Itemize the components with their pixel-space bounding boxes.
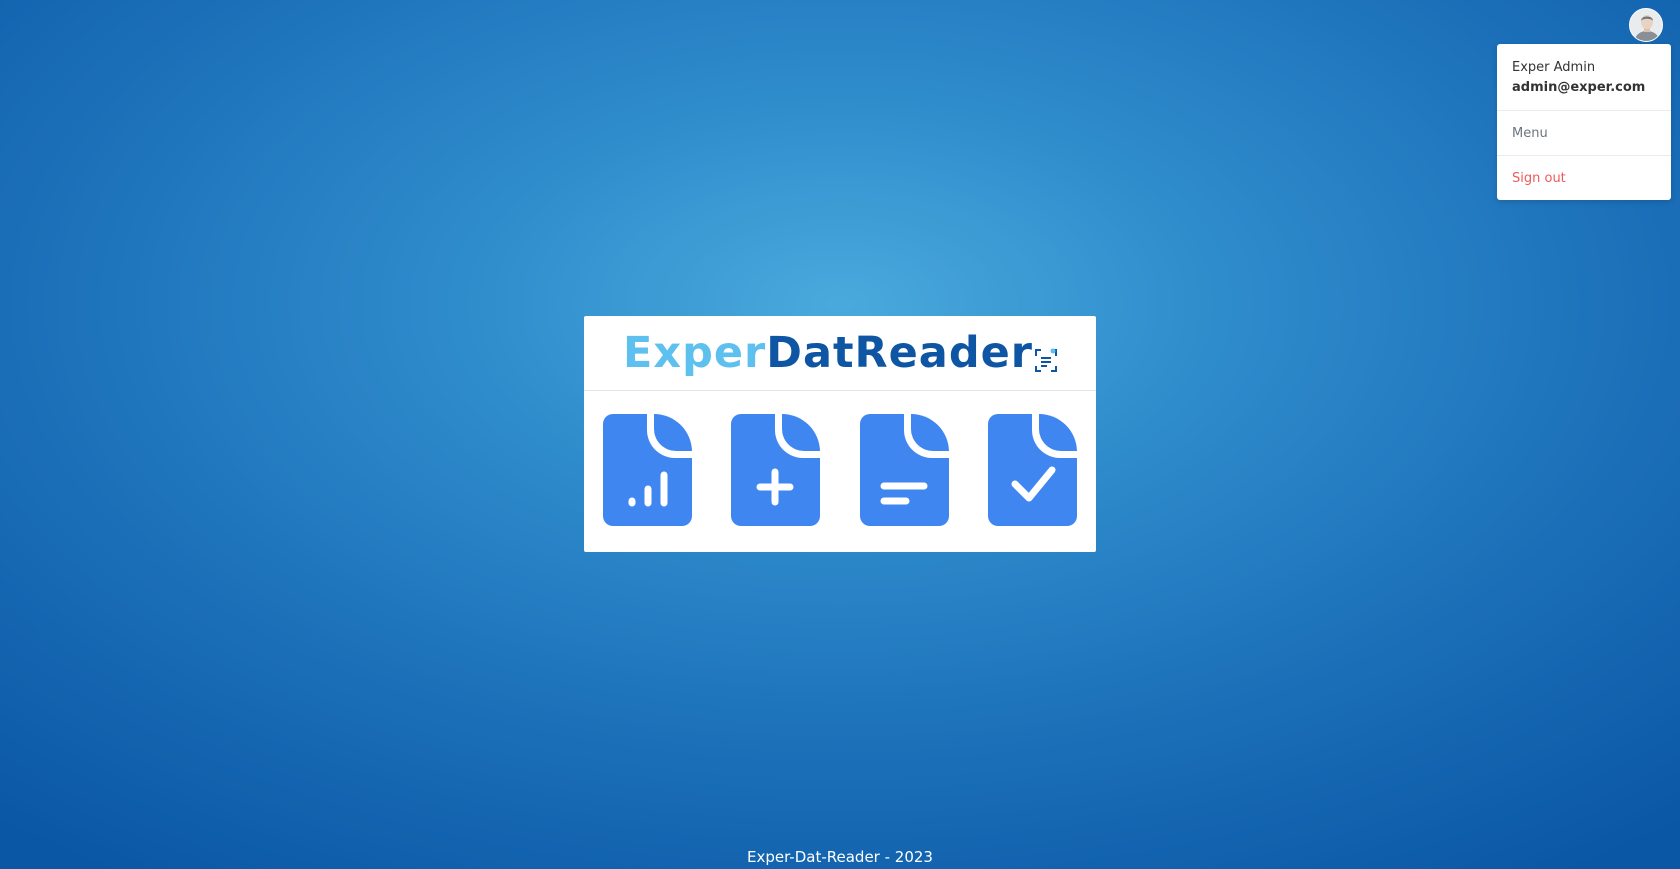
- document-check-icon[interactable]: [987, 414, 1077, 526]
- user-email: admin@exper.com: [1512, 80, 1646, 95]
- user-avatar[interactable]: [1629, 8, 1663, 42]
- document-chart-icon[interactable]: [603, 414, 692, 526]
- logo-part-datreader: DatReader: [766, 327, 1033, 378]
- sign-out-link[interactable]: Sign out: [1497, 156, 1671, 200]
- app-logo: Exper DatReader: [623, 327, 1057, 378]
- user-dropdown-menu: Exper Admin admin@exper.com Menu Sign ou…: [1497, 44, 1671, 200]
- logo-scan-icon: [1034, 348, 1057, 372]
- footer-text: Exper-Dat-Reader - 2023: [747, 848, 933, 866]
- logo-part-exper: Exper: [623, 327, 767, 378]
- menu-link[interactable]: Menu: [1497, 111, 1671, 156]
- user-name: Exper Admin: [1512, 60, 1596, 75]
- document-text-icon[interactable]: [859, 414, 949, 526]
- user-avatar-icon: [1630, 9, 1662, 41]
- action-tiles: [584, 414, 1096, 526]
- user-info: Exper Admin admin@exper.com: [1497, 44, 1671, 111]
- logo-header: Exper DatReader: [584, 316, 1096, 391]
- document-add-icon[interactable]: [731, 414, 821, 526]
- main-card: Exper DatReader: [584, 316, 1096, 552]
